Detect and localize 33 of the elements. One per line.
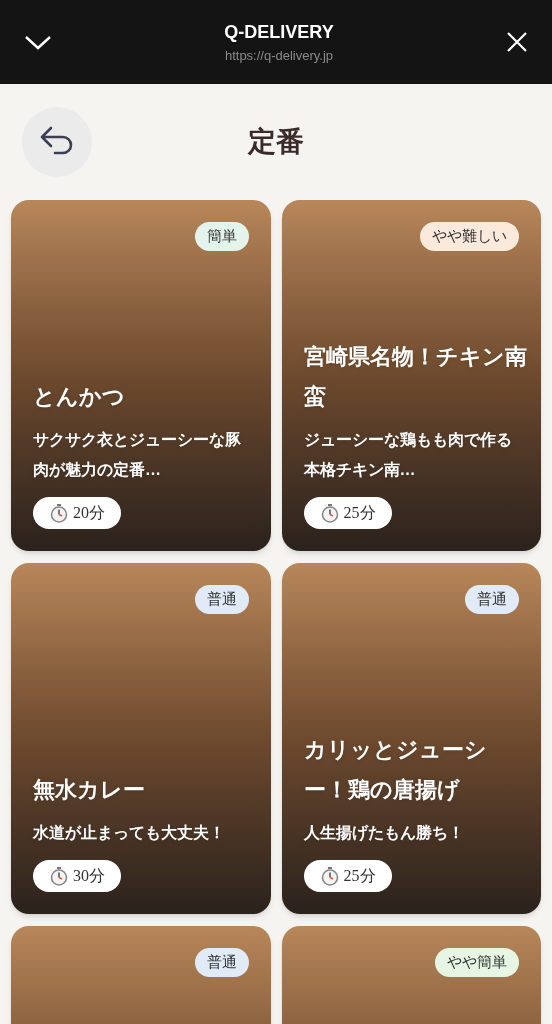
stopwatch-icon [319, 866, 340, 886]
stopwatch-icon [49, 503, 69, 523]
chevron-down-icon[interactable] [24, 34, 52, 50]
badge: やや難しい [420, 222, 519, 251]
recipe-card[interactable]: 普通 無水カレー 水道が止まっても大丈夫！ 30分 [11, 563, 271, 914]
recipe-title: とんかつ [33, 383, 126, 411]
recipe-title: 宮崎県名物！チキン南蛮 [303, 343, 527, 411]
close-icon[interactable] [506, 31, 528, 53]
stopwatch-icon [319, 503, 340, 523]
badge: 普通 [194, 585, 249, 614]
recipe-description: 人生揚げたもん勝ち！ [303, 823, 465, 843]
badge: 簡単 [194, 222, 249, 251]
time-text: 20分 [73, 503, 105, 523]
time-text: 25分 [343, 866, 376, 886]
site-url: https://q-delivery.jp [224, 46, 334, 65]
time-text: 25分 [343, 503, 376, 523]
badge: 普通 [194, 948, 249, 977]
recipe-description: サクサク衣とジューシーな豚肉が魅力の定番… [33, 430, 242, 480]
recipe-title: 無水カレー [33, 776, 146, 804]
recipe-card[interactable]: 普通 [11, 926, 271, 1024]
recipe-description: ジューシーな鶏もも肉で作る本格チキン南… [303, 430, 513, 480]
time-text: 30分 [73, 866, 105, 886]
recipe-title: カリッとジューシー！鶏の唐揚げ [303, 736, 488, 804]
recipe-card[interactable]: 簡単 とんかつ サクサク衣とジューシーな豚肉が魅力の定番… 20分 [11, 200, 271, 551]
stopwatch-icon [49, 866, 69, 886]
site-title: Q-DELIVERY [224, 20, 334, 44]
badge: 普通 [465, 585, 519, 614]
badge: やや簡単 [435, 948, 519, 977]
recipe-description: 水道が止まっても大丈夫！ [33, 823, 226, 843]
recipe-card[interactable]: 普通 カリッとジューシー！鶏の唐揚げ 人生揚げたもん勝ち！ 25分 [281, 563, 541, 914]
recipe-card[interactable]: やや簡単 [281, 926, 541, 1024]
page-title: 定番 [248, 125, 304, 159]
recipe-card[interactable]: やや難しい 宮崎県名物！チキン南蛮 ジューシーな鶏もも肉で作る本格チキン南… 25分 [281, 200, 541, 551]
